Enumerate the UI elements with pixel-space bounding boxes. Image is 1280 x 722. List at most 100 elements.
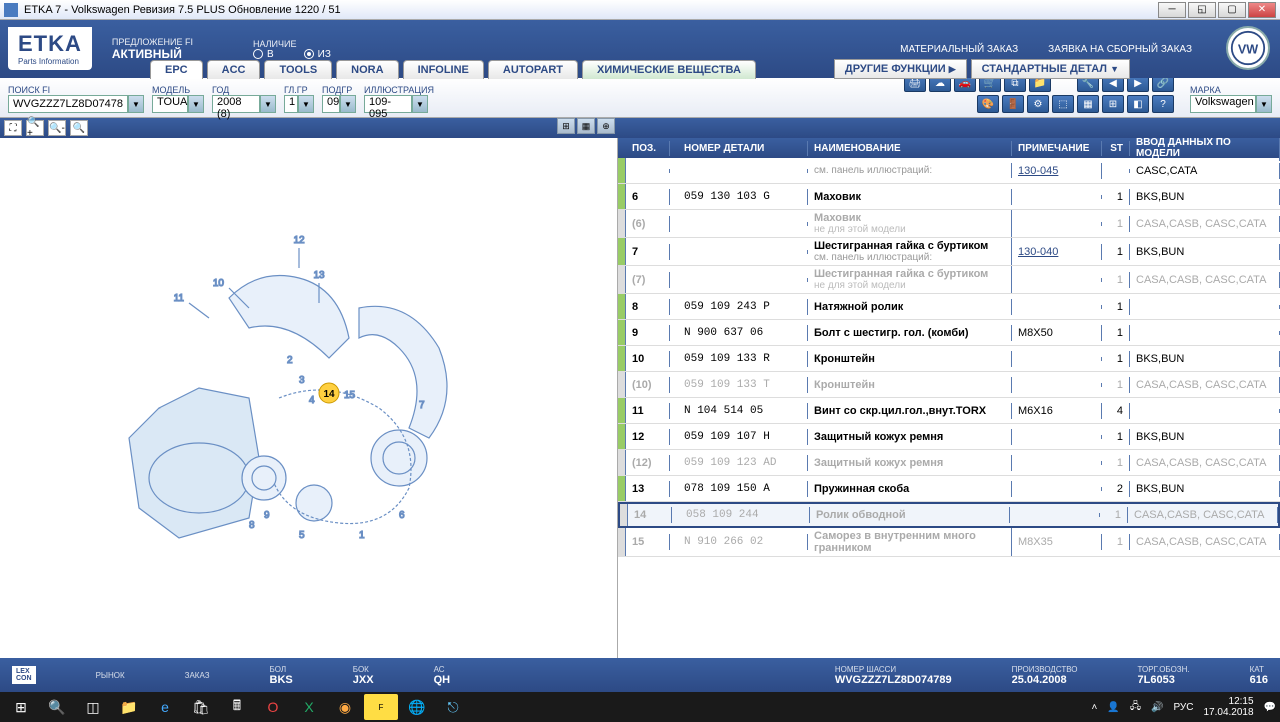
tray-people-icon[interactable]: 👤 (1107, 702, 1119, 713)
year-dropdown[interactable]: ▼ (260, 95, 276, 113)
start-button[interactable]: ⊞ (4, 694, 38, 720)
table-row[interactable]: 7Шестигранная гайка с буртикомсм. панель… (618, 238, 1280, 266)
podgr-select[interactable]: 09 (322, 95, 340, 113)
app-icon (4, 3, 18, 17)
search-icon[interactable]: 🔍 (40, 694, 74, 720)
tray-lang[interactable]: РУС (1173, 702, 1193, 713)
zoom-in-icon[interactable]: 🔍+ (26, 120, 44, 136)
diagram-tool2-icon[interactable]: ▦ (577, 118, 595, 134)
edge-icon[interactable]: e (148, 694, 182, 720)
podgr-dropdown[interactable]: ▼ (340, 95, 356, 113)
search-dropdown[interactable]: ▼ (128, 95, 144, 113)
diagram-tool1-icon[interactable]: ⊞ (557, 118, 575, 134)
parts-header: ПОЗ. НОМЕР ДЕТАЛИ НАИМЕНОВАНИЕ ПРИМЕЧАНИ… (618, 138, 1280, 158)
model-select[interactable]: TOUA (152, 95, 188, 113)
stock-option-iz[interactable]: ИЗ (304, 49, 331, 60)
help-icon[interactable]: ? (1152, 95, 1174, 113)
assembly-order-link[interactable]: ЗАЯВКА НА СБОРНЫЙ ЗАКАЗ (1048, 44, 1192, 55)
tool3-icon[interactable]: ⬚ (1052, 95, 1074, 113)
tray-up-icon[interactable]: ˄ (1092, 702, 1098, 713)
tab-epc[interactable]: EPC (150, 60, 203, 79)
table-row[interactable]: 15N 910 266 02Саморез в внутренним много… (618, 528, 1280, 557)
tool5-icon[interactable]: ⊞ (1102, 95, 1124, 113)
table-row[interactable]: 14058 109 244Ролик обводной1CASA,CASB, C… (618, 502, 1280, 528)
table-row[interactable]: 8059 109 243 PНатяжной ролик1 (618, 294, 1280, 320)
tray-clock[interactable]: 12:1517.04.2018 (1203, 696, 1253, 718)
zoom-bar: ⛶ 🔍+ 🔍- 🔍 (0, 118, 1280, 138)
app-header: ETKA Parts Information ПРЕДЛОЖЕНИЕ FI АК… (0, 20, 1280, 78)
maximize-button[interactable]: ▢ (1218, 2, 1246, 18)
tray-network-icon[interactable]: 🖧 (1130, 699, 1141, 716)
zoom-fit-icon[interactable]: ⛶ (4, 120, 22, 136)
table-row[interactable]: 11N 104 514 05Винт со скр.цил.гол.,внут.… (618, 398, 1280, 424)
model-dropdown[interactable]: ▼ (188, 95, 204, 113)
table-row[interactable]: (10)059 109 133 TКронштейн1CASA,CASB, CA… (618, 372, 1280, 398)
tab-tools[interactable]: TOOLS (264, 60, 332, 79)
illustration-dropdown[interactable]: ▼ (412, 95, 428, 113)
brand-dropdown[interactable]: ▼ (1256, 95, 1272, 113)
tab-autopart[interactable]: AUTOPART (488, 60, 578, 79)
minimize-button[interactable]: ─ (1158, 2, 1186, 18)
glgr-dropdown[interactable]: ▼ (298, 95, 314, 113)
other-functions-button[interactable]: ДРУГИЕ ФУНКЦИИ ▶ (834, 59, 967, 79)
app3-icon[interactable]: 🌐 (400, 694, 434, 720)
svg-text:8: 8 (249, 520, 255, 531)
taskview-icon[interactable]: ◫ (76, 694, 110, 720)
stock-option-b[interactable]: В (253, 49, 274, 60)
table-row[interactable]: 9N 900 637 06Болт с шестигр. гол. (комби… (618, 320, 1280, 346)
table-row[interactable]: см. панель иллюстраций:130-045CASC,CATA (618, 158, 1280, 184)
tray-volume-icon[interactable]: 🔊 (1151, 702, 1163, 713)
svg-text:13: 13 (313, 270, 325, 281)
app4-icon[interactable]: ⎋ (436, 694, 470, 720)
tool2-icon[interactable]: ⚙ (1027, 95, 1049, 113)
svg-text:10: 10 (212, 278, 224, 289)
illustration-select[interactable]: 109-095 (364, 95, 412, 113)
window-title: ETKA 7 - Volkswagen Ревизия 7.5 PLUS Обн… (24, 4, 1158, 16)
opera-icon[interactable]: O (256, 694, 290, 720)
table-row[interactable]: (12)059 109 123 ADЗащитный кожух ремня1C… (618, 450, 1280, 476)
svg-text:7: 7 (419, 400, 425, 411)
tray-notifications-icon[interactable]: 💬 (1264, 702, 1276, 713)
calculator-icon[interactable]: 🖩 (220, 694, 254, 720)
parts-diagram[interactable]: ⊞ ▦ ⊕ 12 10 11 13 2 3 (0, 138, 618, 658)
status-bar: LEXCON РЫНОК ЗАКАЗ БОЛBKS БОКJXX АСQH НО… (0, 658, 1280, 692)
explorer-icon[interactable]: 📁 (112, 694, 146, 720)
svg-text:2: 2 (287, 355, 293, 366)
tab-chemicals[interactable]: ХИМИЧЕСКИЕ ВЕЩЕСТВА (582, 60, 756, 79)
lexcon-badge: LEXCON (12, 666, 36, 684)
svg-text:1: 1 (359, 530, 365, 541)
table-row[interactable]: 13078 109 150 AПружинная скоба2BKS,BUN (618, 476, 1280, 502)
tool4-icon[interactable]: ▦ (1077, 95, 1099, 113)
close-button[interactable]: ✕ (1248, 2, 1276, 18)
search-input[interactable] (8, 95, 128, 113)
svg-text:6: 6 (399, 510, 405, 521)
glgr-select[interactable]: 1 (284, 95, 298, 113)
tab-infoline[interactable]: INFOLINE (403, 60, 484, 79)
table-row[interactable]: 6059 130 103 GМаховик1BKS,BUN (618, 184, 1280, 210)
app2-icon[interactable]: F (364, 694, 398, 720)
restore-button[interactable]: ◱ (1188, 2, 1216, 18)
material-order-link[interactable]: МАТЕРИАЛЬНЫЙ ЗАКАЗ (900, 44, 1018, 55)
diagram-tool3-icon[interactable]: ⊕ (597, 118, 615, 134)
zoom-reset-icon[interactable]: 🔍 (70, 120, 88, 136)
table-row[interactable]: (7)Шестигранная гайка с буртикомне для э… (618, 266, 1280, 294)
table-row[interactable]: (6)Маховикне для этой модели1CASA,CASB, … (618, 210, 1280, 238)
tab-acc[interactable]: ACC (207, 60, 261, 79)
filter-bar: ПОИСК FI▼ МОДЕЛЬTOUA▼ ГОД2008 (8)▼ ГЛ.ГР… (0, 78, 1280, 118)
diagram-svg: 12 10 11 13 2 3 4 9 5 8 1 6 7 15 14 (99, 208, 519, 588)
tool6-icon[interactable]: ◧ (1127, 95, 1149, 113)
zoom-out-icon[interactable]: 🔍- (48, 120, 66, 136)
brand-select[interactable]: Volkswagen (1190, 95, 1256, 113)
standard-parts-dropdown[interactable]: СТАНДАРТНЫЕ ДЕТАЛ ▼ (971, 59, 1130, 79)
table-row[interactable]: 12059 109 107 HЗащитный кожух ремня1BKS,… (618, 424, 1280, 450)
app1-icon[interactable]: ◉ (328, 694, 362, 720)
store-icon[interactable]: 🛍 (184, 694, 218, 720)
svg-text:4: 4 (309, 395, 315, 406)
paint-icon[interactable]: 🎨 (977, 95, 999, 113)
excel-icon[interactable]: X (292, 694, 326, 720)
table-row[interactable]: 10059 109 133 RКронштейн1BKS,BUN (618, 346, 1280, 372)
year-select[interactable]: 2008 (8) (212, 95, 260, 113)
tab-nora[interactable]: NORA (336, 60, 398, 79)
door-icon[interactable]: 🚪 (1002, 95, 1024, 113)
proposal-value: АКТИВНЫЙ (112, 47, 193, 61)
